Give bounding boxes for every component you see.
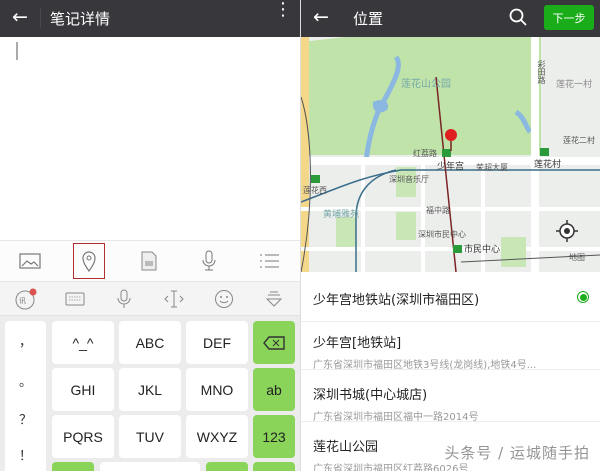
header-bar: ← 笔记详情 ⋮ [0,0,300,37]
delete-key[interactable] [253,321,295,364]
place-name: 少年宫地铁站(深圳市福田区) [313,293,480,308]
voice-icon[interactable] [111,286,137,312]
page-title: 笔记详情 [50,10,111,28]
header-bar: ← 位置 下一步 [301,0,600,37]
back-button[interactable]: ← [12,6,28,28]
map-label: 荣超大厦 [476,163,508,172]
location-screen: ← 位置 下一步 莲花山公园 莲花一村 莲花二村 红荔路 少年宫 荣超大厦 莲花… [300,0,600,471]
map-label: 深圳音乐厅 [389,175,429,184]
keyboard-icon[interactable] [62,286,88,312]
location-icon[interactable] [73,243,105,279]
map-label: 莲花村 [534,160,562,170]
map-label: 市民中心 [464,245,501,255]
back-button[interactable]: ← [313,6,329,28]
key[interactable]: GHI [52,368,114,411]
place-address: 广东省深圳市福田区福中一路2014号 [313,412,479,423]
map-label: 少年宫 [437,162,465,172]
space-key[interactable] [100,462,200,471]
list-icon[interactable] [253,245,285,277]
watermark: 头条号 / 运城随手拍 [444,444,590,462]
map-brand: 地图 [569,253,585,262]
place-list: 少年宫地铁站(深圳市福田区) 少年宫[地铁站] 广东省深圳市福田区地铁3号线(龙… [301,272,600,471]
key[interactable]: DEF [186,321,248,364]
note-detail-screen: ← 笔记详情 ⋮ 讯 ， 。 ？ ！ ^_^ ABC DEF GHI JKL M… [0,0,300,471]
image-icon[interactable] [14,245,46,277]
key[interactable]: WXYZ [186,415,248,458]
search-icon[interactable] [509,8,527,30]
map-view[interactable]: 莲花山公园 莲花一村 莲花二村 红荔路 少年宫 荣超大厦 莲花村 深圳音乐厅 莲… [301,37,600,272]
number-key[interactable]: 123 [253,415,295,458]
map-label: 莲花一村 [556,80,593,90]
map-label: 彩田路 [537,60,546,84]
text-editor-cursor[interactable] [16,42,18,60]
punct-key[interactable]: 。 [5,371,46,390]
place-address: 广东省深圳市福田区地铁3号线(龙岗线),地铁4号... [313,360,537,371]
next-step-button[interactable]: 下一步 [544,5,594,30]
key[interactable]: ABC [119,321,181,364]
microphone-icon[interactable] [193,245,225,277]
file-icon[interactable] [133,245,165,277]
cursor-move-icon[interactable] [161,286,187,312]
map-label: 深圳市民中心 [418,230,466,239]
punct-key[interactable]: ， [5,331,46,350]
map-label: 黄埔雅苑 [323,210,360,220]
hide-keyboard-icon[interactable] [261,286,287,312]
key[interactable]: PQRS [52,415,114,458]
enter-key[interactable] [253,462,295,471]
ab-key[interactable]: ab [253,368,295,411]
punctuation-column: ， 。 ？ ！ [5,321,46,471]
key[interactable]: TUV [119,415,181,458]
list-item[interactable]: 深圳书城(中心城店) 广东省深圳市福田区福中一路2014号 [301,370,600,423]
key[interactable]: ^_^ [52,321,114,364]
symbol-key[interactable] [52,462,94,471]
map-label: 福中路 [426,206,450,215]
key[interactable]: MNO [186,368,248,411]
selected-radio-icon [577,291,589,303]
divider [40,8,41,28]
locate-me-button[interactable] [555,219,579,243]
emoji-icon[interactable] [211,286,237,312]
place-name: 少年宫[地铁站] [313,336,402,351]
svg-text:讯: 讯 [19,297,26,305]
t9-keyboard: ， 。 ？ ！ ^_^ ABC DEF GHI JKL MNO ab PQRS … [0,316,300,471]
key[interactable]: JKL [119,368,181,411]
punct-key[interactable]: ！ [5,445,46,464]
place-name: 深圳书城(中心城店) [313,388,428,403]
map-label: 红荔路 [413,149,437,158]
punct-key[interactable]: ？ [5,409,46,428]
note-toolbar [0,240,300,282]
map-label: 莲花二村 [563,136,595,145]
list-item[interactable]: 少年宫[地铁站] 广东省深圳市福田区地铁3号线(龙岗线),地铁4号... [301,322,600,371]
ime-logo-icon[interactable]: 讯 [13,286,39,312]
map-label: 莲花山公园 [401,79,451,90]
map-label: 莲花西 [303,186,327,195]
more-menu-button[interactable]: ⋮ [274,1,292,19]
list-item[interactable]: 少年宫地铁站(深圳市福田区) [301,272,600,322]
lang-key[interactable] [206,462,248,471]
page-title: 位置 [353,10,384,28]
keyboard-toolbar: 讯 [0,282,300,316]
